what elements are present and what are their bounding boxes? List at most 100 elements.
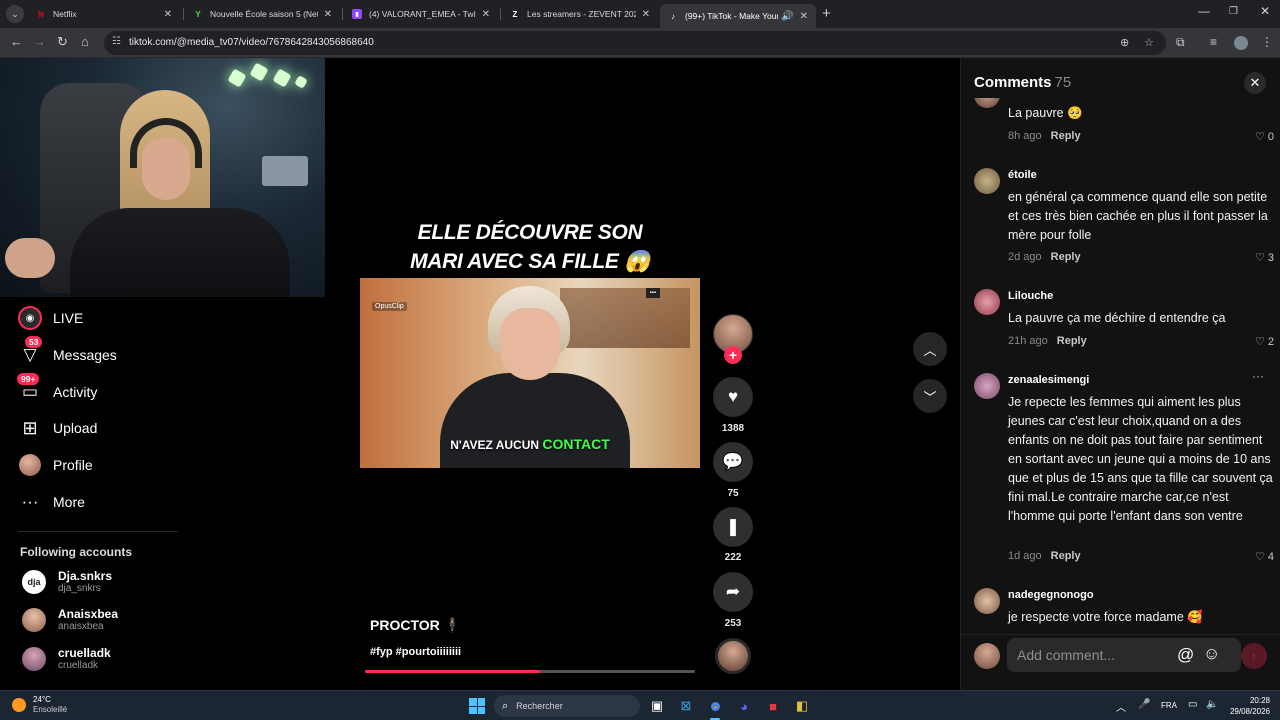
comment-avatar[interactable]: [974, 289, 1000, 315]
tray-overflow-chevron-icon[interactable]: ︿: [1116, 699, 1126, 714]
weather-temperature: 24°C: [33, 695, 51, 704]
comment-like-button[interactable]: ♡ 0: [1255, 130, 1274, 143]
video-player[interactable]: OpusClip ▪▪▪ N'AVEZ AUCUN CONTACT: [360, 278, 700, 468]
minimize-window-icon[interactable]: —: [1198, 4, 1210, 18]
bookmark-star-icon[interactable]: ☆: [1144, 36, 1154, 49]
network-icon[interactable]: ▭: [1188, 699, 1197, 710]
previous-video-button[interactable]: ︿: [913, 332, 947, 366]
tab-close-icon[interactable]: ✕: [482, 9, 490, 20]
sidebar-item-messages[interactable]: ▽ 53 Messages: [18, 335, 117, 368]
video-author-title[interactable]: PROCTOR 🕴: [370, 617, 461, 634]
xbox-app-icon[interactable]: ⊠: [677, 697, 695, 715]
sidebar-item-live[interactable]: ◉ LIVE: [18, 305, 83, 331]
account-avatar: [22, 647, 46, 671]
video-hashtags[interactable]: #fyp #pourtoiiiiiiii: [370, 646, 461, 658]
url-omnibox[interactable]: ☷ tiktok.com/@media_tv07/video/767864284…: [104, 31, 1166, 55]
comment-username[interactable]: Lilouche: [1008, 290, 1053, 302]
share-button[interactable]: ➦: [713, 572, 753, 612]
comments-list[interactable]: La pauvre 🥺 8h ago Reply ♡ 0 étoile en gé…: [961, 98, 1280, 624]
save-bookmark-button[interactable]: ❚: [713, 507, 753, 547]
comment-like-button[interactable]: ♡ 3: [1255, 251, 1274, 264]
music-disc-avatar[interactable]: [715, 638, 751, 674]
yellow-app-icon[interactable]: ◧: [793, 697, 811, 715]
comment-avatar[interactable]: [974, 373, 1000, 399]
volume-icon[interactable]: 🔈: [1206, 699, 1218, 710]
sidebar-item-profile[interactable]: Profile: [18, 452, 93, 478]
video-progress-bar[interactable]: [365, 670, 695, 673]
red-app-icon[interactable]: ■: [764, 697, 782, 715]
comment-username[interactable]: nadegegnonogo: [1008, 589, 1094, 601]
new-tab-plus-icon[interactable]: +: [822, 5, 831, 22]
comment-username[interactable]: étoile: [1008, 169, 1037, 181]
tab-close-icon[interactable]: ✕: [642, 9, 650, 20]
home-icon[interactable]: ⌂: [81, 34, 89, 49]
profile-avatar-icon[interactable]: [1234, 36, 1248, 50]
post-comment-button[interactable]: ↑: [1241, 643, 1267, 669]
comment-reply-button[interactable]: Reply: [1051, 130, 1081, 142]
reading-list-icon[interactable]: ≡: [1210, 35, 1217, 49]
language-indicator[interactable]: FRA: [1161, 701, 1177, 710]
windows-start-icon[interactable]: [469, 698, 485, 714]
comment-avatar[interactable]: [974, 168, 1000, 194]
close-comments-button[interactable]: ✕: [1244, 72, 1266, 94]
taskbar-search[interactable]: ⌕ Rechercher: [494, 695, 640, 717]
comment-avatar[interactable]: [974, 98, 1000, 108]
comment-avatar[interactable]: [974, 588, 1000, 614]
sidebar-item-more[interactable]: ··· More: [18, 489, 85, 515]
sidebar-item-activity[interactable]: ▭ 99+ Activity: [16, 372, 97, 405]
back-arrow-icon[interactable]: ←: [10, 34, 23, 49]
comment-reply-button[interactable]: Reply: [1051, 251, 1081, 263]
comment-button[interactable]: 💬: [713, 442, 753, 482]
tab-search-dropdown-icon[interactable]: ⌄: [6, 5, 24, 23]
url-text[interactable]: tiktok.com/@media_tv07/video/76786428430…: [129, 37, 374, 48]
comment-username[interactable]: zenaalesimengi: [1008, 374, 1089, 386]
follow-plus-button[interactable]: +: [724, 346, 742, 364]
site-info-icon[interactable]: ☷: [112, 36, 121, 47]
comment-more-dots-icon[interactable]: ···: [1252, 369, 1264, 383]
following-account-cruelladk[interactable]: cruelladk cruelladk: [22, 643, 111, 675]
task-view-icon[interactable]: ▣: [648, 697, 666, 715]
forward-arrow-icon[interactable]: →: [33, 34, 46, 49]
comment-reply-button[interactable]: Reply: [1051, 550, 1081, 562]
comment-reply-button[interactable]: Reply: [1057, 335, 1087, 347]
close-window-icon[interactable]: ✕: [1260, 4, 1270, 18]
restore-window-icon[interactable]: ❐: [1229, 6, 1238, 17]
following-account-dja-snkrs[interactable]: dja Dja.snkrs dja_snkrs: [22, 566, 112, 598]
chrome-icon[interactable]: [706, 697, 724, 715]
discord-icon[interactable]: ◕: [735, 697, 753, 715]
tab-netflix[interactable]: N Netflix ✕: [28, 4, 180, 24]
comment-like-count: 0: [1267, 131, 1274, 143]
like-heart-button[interactable]: ♥: [713, 377, 753, 417]
reload-icon[interactable]: ↻: [57, 34, 68, 50]
taskbar-clock[interactable]: 20:28 29/08/2026: [1226, 695, 1270, 717]
video-person-body: [440, 373, 630, 468]
emoji-icon[interactable]: ☺: [1203, 644, 1220, 664]
weather-widget[interactable]: 24°C Ensoleillé: [12, 695, 67, 715]
tab-twitch[interactable]: ▮ (4) VALORANT_EMEA - Twitch ✕: [344, 4, 498, 24]
left-sidebar: ◉ LIVE ▽ 53 Messages ▭ 99+ Activity ⊞ Up…: [0, 301, 325, 690]
comment-like-button[interactable]: ♡ 2: [1255, 335, 1274, 348]
tab-title: (4) VALORANT_EMEA - Twitch: [369, 9, 476, 19]
sidebar-item-upload[interactable]: ⊞ Upload: [18, 415, 97, 441]
video-background-shelf: [560, 288, 690, 348]
mention-at-icon[interactable]: @: [1177, 645, 1194, 665]
extensions-puzzle-icon[interactable]: ⧉: [1176, 35, 1185, 50]
account-avatar: dja: [22, 570, 46, 594]
tab-nouvelle-ecole[interactable]: Y Nouvelle École saison 5 (Netflix) ✕: [185, 4, 340, 24]
comment-bubble-icon: 💬: [722, 452, 744, 471]
tab-close-icon[interactable]: ✕: [800, 11, 808, 22]
webcam-hex-lights: [220, 62, 310, 93]
comment-like-button[interactable]: ♡ 4: [1255, 550, 1274, 563]
zoom-icon[interactable]: ⊕: [1120, 36, 1129, 49]
next-video-button[interactable]: ﹀: [913, 379, 947, 413]
browser-menu-icon[interactable]: ⋮: [1261, 35, 1273, 49]
tab-zevent[interactable]: Z Les streamers - ZEVENT 2026 ✕: [502, 4, 658, 24]
tab-close-icon[interactable]: ✕: [164, 9, 172, 20]
tab-audio-icon[interactable]: 🔊: [781, 11, 793, 22]
tab-tiktok[interactable]: ♪ (99+) TikTok - Make Your Day 🔊 ✕: [660, 4, 816, 28]
close-icon: ✕: [1249, 75, 1261, 90]
tab-close-icon[interactable]: ✕: [324, 9, 332, 20]
microphone-icon[interactable]: 🎤: [1138, 699, 1150, 710]
following-account-anaisxbea[interactable]: Anaisxbea anaisxbea: [22, 604, 118, 636]
save-count: 222: [724, 552, 742, 563]
